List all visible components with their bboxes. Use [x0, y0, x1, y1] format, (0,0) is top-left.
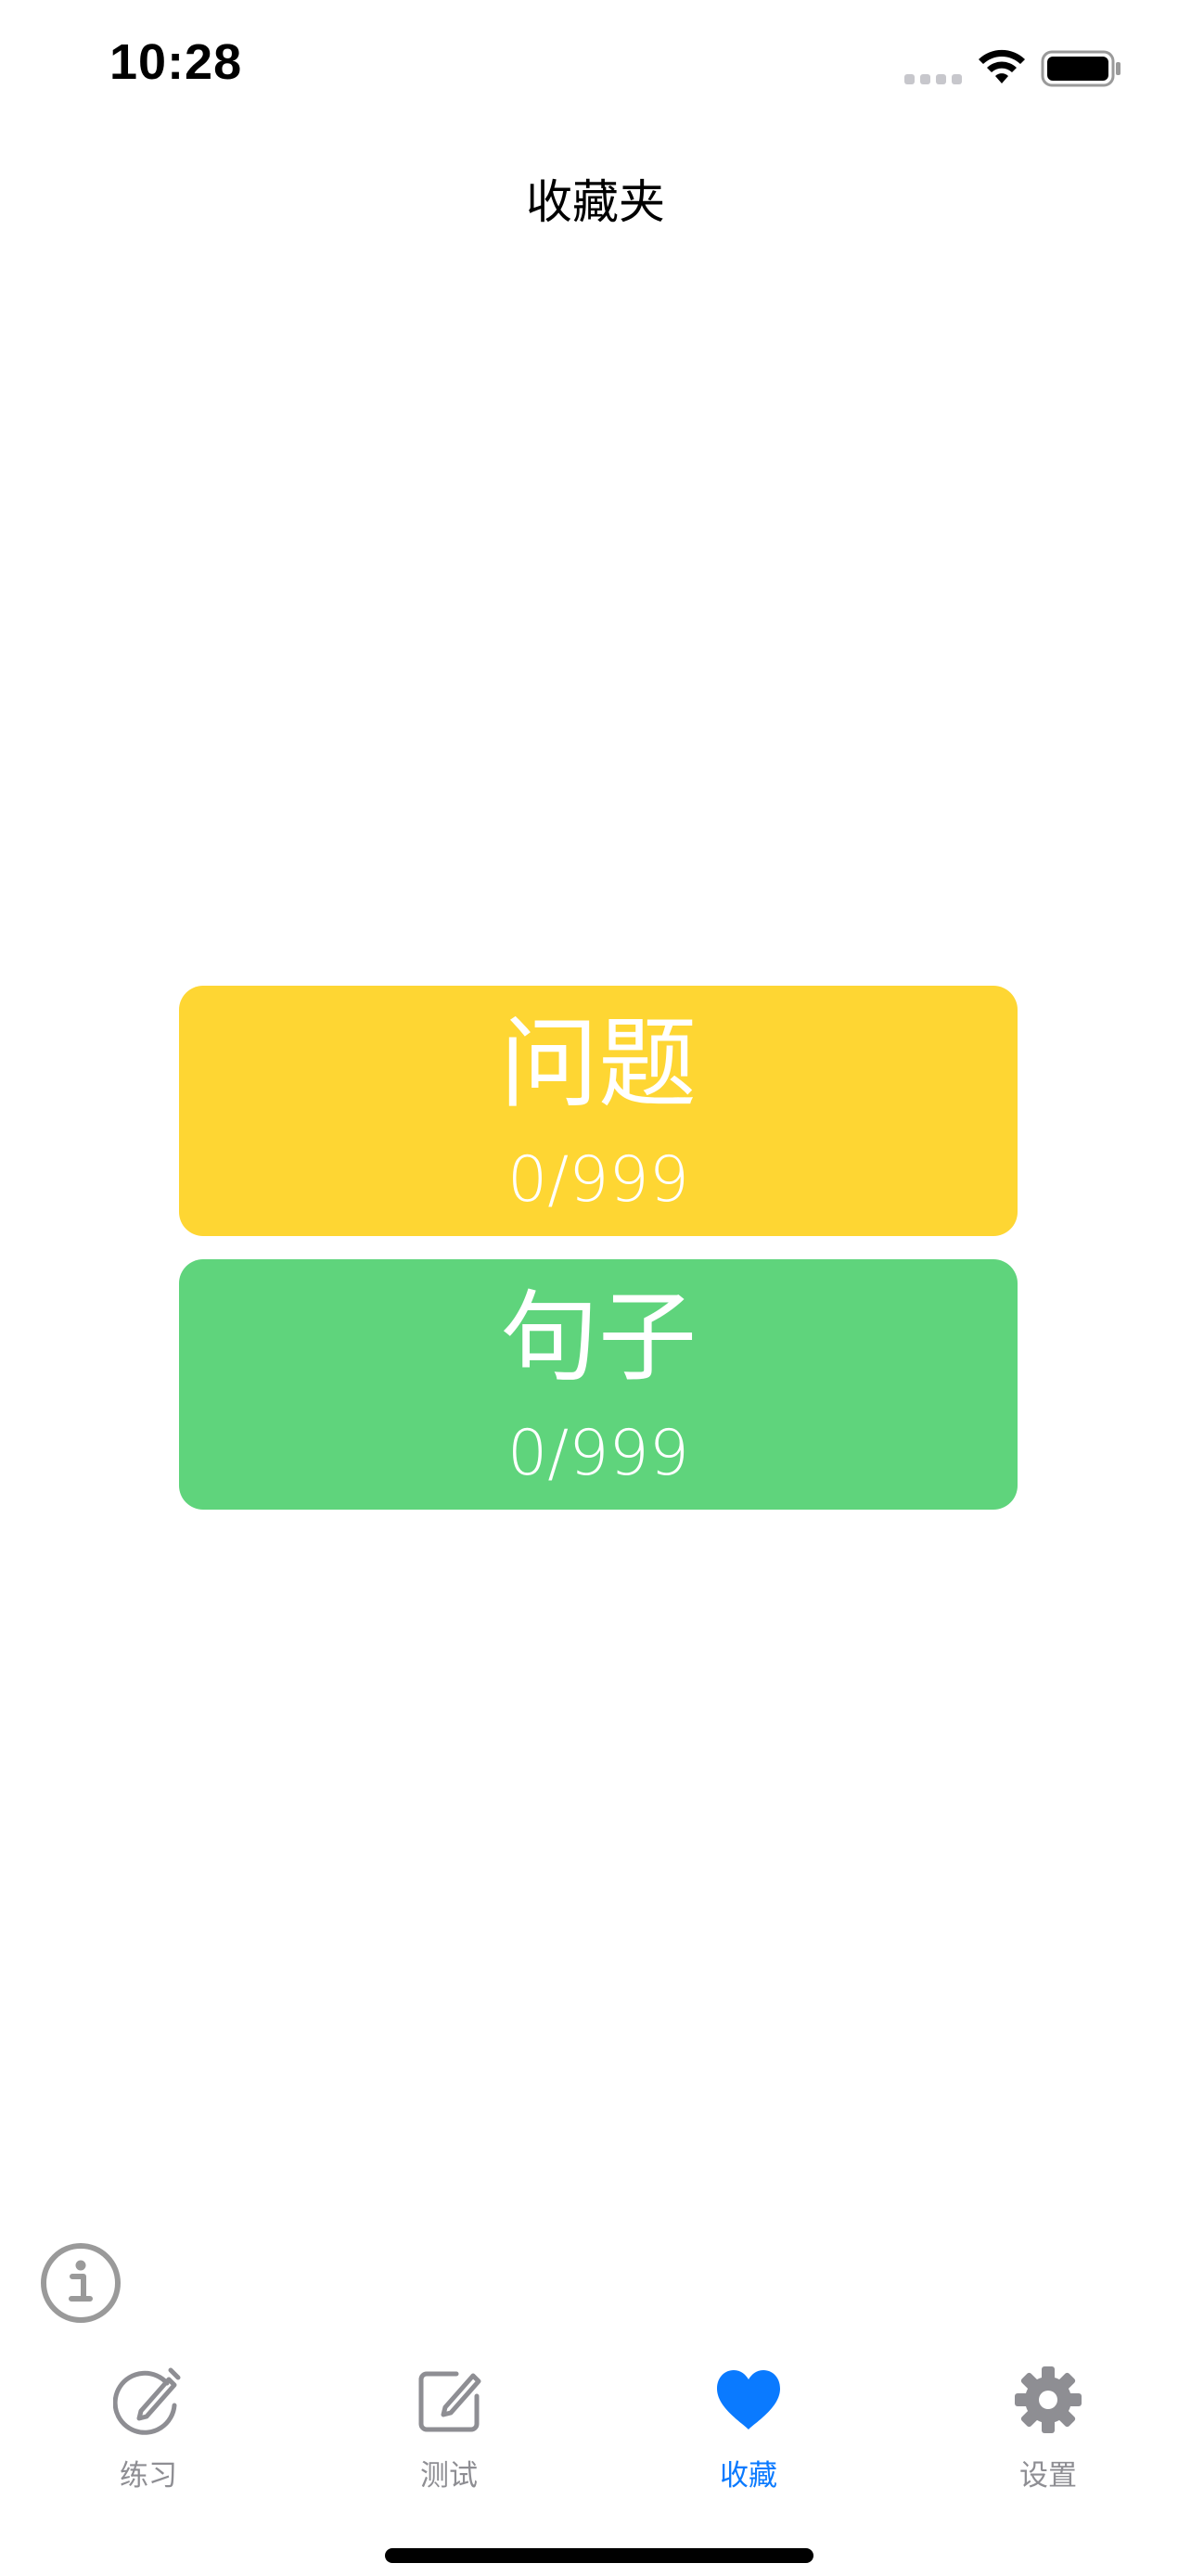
- tab-favorites[interactable]: 收藏: [656, 2346, 841, 2494]
- gear-icon: [1015, 2366, 1082, 2433]
- heart-icon: [717, 2370, 780, 2429]
- tab-test-label: 测试: [420, 2459, 478, 2493]
- square-pencil-icon: [418, 2371, 481, 2432]
- questions-card-title: 问题: [500, 1007, 697, 1121]
- tab-bar: 练习 测试 收藏 设置: [0, 2346, 1191, 2494]
- info-icon[interactable]: [39, 2241, 122, 2325]
- tab-favorites-label: 收藏: [720, 2459, 777, 2493]
- wifi-icon: [979, 49, 1025, 83]
- cellular-signal-icon: [904, 74, 962, 84]
- tab-test[interactable]: 测试: [356, 2346, 542, 2494]
- sentences-card-title: 句子: [500, 1281, 697, 1395]
- tab-settings[interactable]: 设置: [955, 2346, 1141, 2494]
- battery-icon: [1041, 50, 1121, 87]
- home-indicator: [385, 2548, 813, 2563]
- tab-practice-label: 练习: [120, 2459, 177, 2493]
- pencil-circle-icon: [113, 2367, 181, 2435]
- questions-card-button[interactable]: 问题 0/999: [179, 986, 1018, 1236]
- sentences-card-count: 0/999: [507, 1417, 689, 1490]
- page-title: 收藏夹: [526, 175, 665, 229]
- tab-practice[interactable]: 练习: [56, 2346, 241, 2494]
- status-bar: 10:28: [0, 0, 1191, 139]
- questions-card-count: 0/999: [507, 1143, 689, 1217]
- status-time: 10:28: [109, 34, 243, 90]
- tab-settings-label: 设置: [1019, 2459, 1077, 2493]
- sentences-card-button[interactable]: 句子 0/999: [179, 1259, 1018, 1510]
